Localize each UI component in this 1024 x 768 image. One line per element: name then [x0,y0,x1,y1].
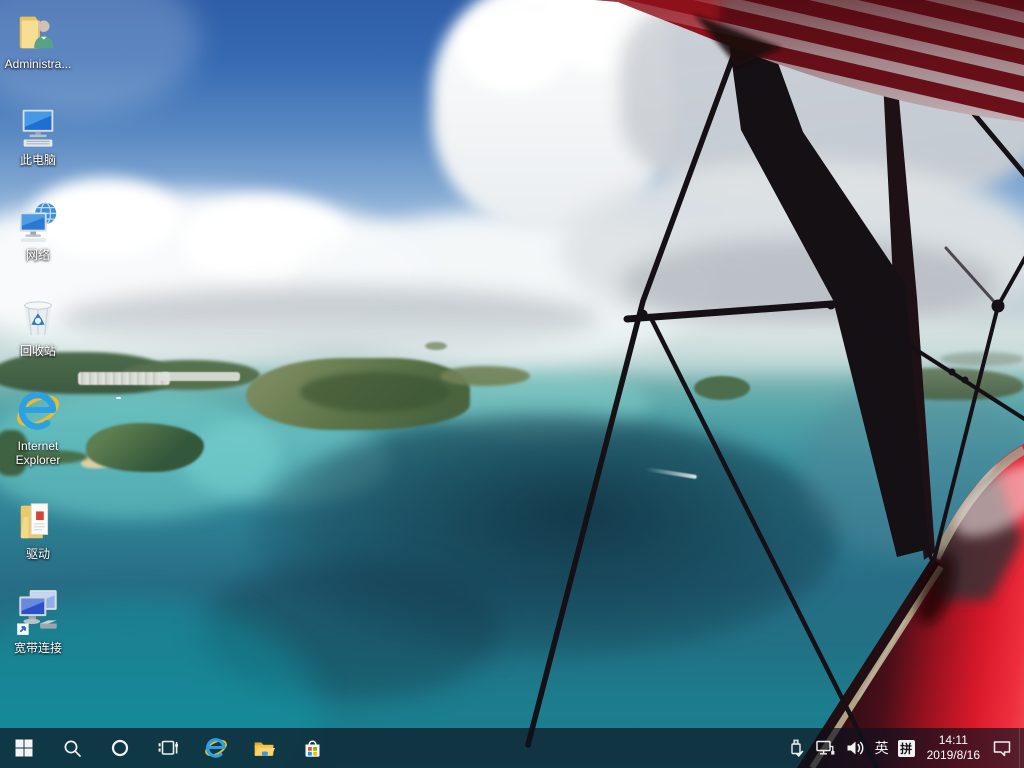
icon-label: 驱动 [2,547,74,561]
action-center-button[interactable] [992,728,1012,768]
driver-folder-icon [2,496,74,544]
cortana-button[interactable] [96,728,144,768]
system-tray: 英 拼 14:11 2019/8/16 [787,728,1024,768]
volume-icon[interactable] [845,728,866,768]
computer-icon [2,102,74,150]
biplane-overlay [0,0,1024,768]
icon-label: 此电脑 [2,153,74,167]
desktop-icon-this-pc[interactable]: 此电脑 [2,102,74,167]
network-icon [2,197,74,245]
user-folder-icon [2,6,74,54]
clock[interactable]: 14:11 2019/8/16 [924,733,983,763]
file-explorer-button[interactable] [240,728,288,768]
network-icon[interactable] [815,728,836,768]
ie-icon [2,388,74,436]
taskbar: 英 拼 14:11 2019/8/16 [0,728,1024,768]
store-bag-icon [302,738,323,759]
icon-label: 宽带连接 [2,641,74,655]
show-desktop-button[interactable] [1019,728,1024,768]
internet-explorer-button[interactable] [192,728,240,768]
icon-label: Internet Explorer [2,439,74,467]
windows-desktop: Administra... 此电脑 [0,0,1024,768]
ime-mode-indicator[interactable]: 拼 [898,728,915,768]
icon-label: 回收站 [2,344,74,358]
icon-label: Administra... [2,57,74,71]
desktop-icon-recycle-bin[interactable]: 回收站 [2,293,74,358]
search-button[interactable] [48,728,96,768]
notification-bubble-icon [992,738,1012,758]
wallpaper [0,0,1024,768]
cortana-ring-icon [110,738,130,758]
clock-date: 2019/8/16 [927,748,980,763]
microsoft-store-button[interactable] [288,728,336,768]
recycle-bin-icon [2,293,74,341]
icon-label: 网络 [2,248,74,262]
start-button[interactable] [0,728,48,768]
desktop-icon-driver[interactable]: 驱动 [2,496,74,561]
desktop-icon-network[interactable]: 网络 [2,197,74,262]
broadband-icon [2,590,74,638]
ime-language-indicator[interactable]: 英 [875,728,889,768]
clock-time: 14:11 [927,733,980,748]
ime-mode-badge: 拼 [898,740,915,757]
search-icon [63,739,82,758]
task-view-button[interactable] [144,728,192,768]
desktop-icon-internet-explorer[interactable]: Internet Explorer [2,388,74,467]
folder-icon [253,737,275,759]
usb-safely-remove-icon[interactable] [787,728,806,768]
ie-logo-icon [203,735,229,761]
desktop-icon-administrator[interactable]: Administra... [2,6,74,71]
windows-logo-icon [15,739,33,757]
task-view-icon [158,738,178,758]
desktop-icon-broadband[interactable]: 宽带连接 [2,590,74,655]
